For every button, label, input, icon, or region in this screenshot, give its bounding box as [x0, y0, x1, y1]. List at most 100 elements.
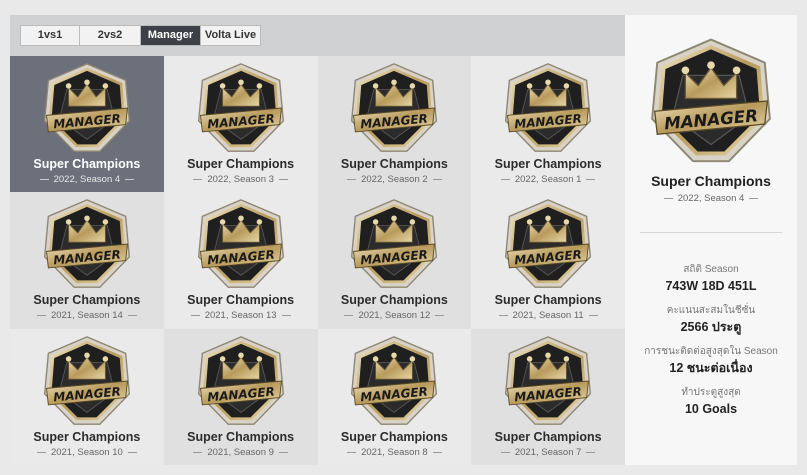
manager-crown-badge-icon: MANAGER [195, 62, 287, 154]
manager-crown-badge-icon: MANAGER [41, 62, 133, 154]
trophy-grid: MANAGER Super Champions 2022, Season 4 MANA… [10, 56, 625, 465]
trophy-card[interactable]: MANAGER Super Champions 2022, Season 4 [10, 56, 164, 193]
trophy-title: Super Champions [340, 429, 448, 444]
tab-volta-live[interactable]: Volta Live [201, 26, 260, 45]
trophy-season: 2022, Season 1 [500, 174, 596, 185]
trophy-panel: 1vs1 2vs2 Manager Volta Live MANAGER Supe… [10, 15, 625, 465]
stat-value: 10 Goals [684, 402, 738, 416]
detail-divider [640, 232, 782, 233]
trophy-season: 2021, Season 10 [36, 446, 137, 458]
tab-1vs1[interactable]: 1vs1 [21, 26, 80, 45]
trophy-season-text: 2021, Season 11 [512, 310, 584, 322]
dash-right [281, 315, 291, 317]
trophy-title: Super Champions [340, 293, 448, 308]
trophy-card[interactable]: MANAGER Super Champions 2021, Season 13 [163, 192, 318, 329]
trophy-card[interactable]: MANAGER Super Champions 2022, Season 2 [317, 56, 472, 193]
trophy-title: Super Champions [33, 293, 141, 308]
stat-label: ทำประตูสูงสุด [681, 387, 741, 398]
trophy-title: Super Champions [494, 157, 602, 171]
trophy-card[interactable]: MANAGER Super Champions 2021, Season 12 [317, 192, 472, 329]
dash-right [432, 451, 442, 453]
trophy-season-text: 2021, Season 10 [50, 446, 123, 458]
dash-right [127, 451, 137, 453]
trophy-card[interactable]: MANAGER Super Champions 2021, Season 7 [471, 328, 625, 465]
detail-subtitle: 2022, Season 4 [663, 193, 759, 204]
trophy-season-text: 2021, Season 13 [204, 310, 277, 322]
trophy-card[interactable]: MANAGER Super Champions 2021, Season 14 [10, 192, 164, 329]
manager-crown-badge-icon: MANAGER [41, 335, 133, 427]
tab-manager[interactable]: Manager [141, 26, 201, 45]
dash-right [125, 179, 135, 180]
trophy-season: 2022, Season 2 [347, 174, 442, 185]
trophy-card[interactable]: MANAGER Super Champions 2022, Season 3 [163, 56, 318, 193]
dash-right [586, 179, 596, 180]
trophy-season-text: 2021, Season 8 [361, 446, 428, 458]
manager-crown-badge-icon: MANAGER [502, 62, 594, 154]
trophy-season-text: 2021, Season 12 [358, 310, 431, 322]
trophy-card[interactable]: MANAGER Super Champions 2021, Season 11 [471, 192, 625, 329]
dash-left [193, 451, 203, 453]
stat-label: คะแนนสะสมในชีซั่น [666, 305, 756, 316]
trophy-title: Super Champions [494, 293, 602, 308]
trophy-detail-panel: MANAGER Super Champions 2022, Season 4 ส… [625, 15, 797, 465]
trophy-card[interactable]: MANAGER Super Champions 2022, Season 1 [471, 56, 625, 193]
manager-crown-badge-icon: MANAGER [348, 335, 440, 427]
trophy-card[interactable]: MANAGER Super Champions 2021, Season 9 [163, 328, 318, 465]
dash-left [498, 315, 508, 317]
dash-left [663, 198, 673, 199]
trophy-season: 2022, Season 4 [39, 174, 135, 185]
stat-label: การชนะติดต่อสูงสุดใน Season [644, 346, 778, 357]
dash-left [500, 451, 510, 453]
trophy-card[interactable]: MANAGER Super Champions 2021, Season 10 [10, 328, 164, 465]
trophy-season: 2021, Season 7 [500, 447, 596, 458]
detail-title: Super Champions [651, 173, 771, 189]
dash-left [190, 315, 200, 317]
dash-left [39, 179, 49, 180]
dash-left [500, 179, 510, 180]
trophy-title: Super Champions [494, 429, 602, 444]
dash-right [432, 179, 442, 180]
dash-right [278, 451, 288, 453]
trophy-card[interactable]: MANAGER Super Champions 2021, Season 8 [317, 328, 472, 465]
trophy-season-text: 2022, Season 1 [514, 174, 582, 185]
stat-value: 743W 18D 451L [665, 279, 757, 293]
trophy-season: 2021, Season 8 [347, 447, 442, 458]
stat-value: 2566 ประตู [680, 320, 742, 334]
trophy-season: 2021, Season 9 [193, 447, 288, 458]
dash-left [347, 451, 357, 453]
stat-top-goals: ทำประตูสูงสุด 10 Goals [625, 386, 797, 418]
manager-crown-badge-icon: MANAGER [195, 198, 287, 290]
trophy-season: 2021, Season 14 [36, 310, 137, 322]
dash-left [193, 179, 203, 180]
stat-label: สถิติ Season [683, 264, 739, 275]
trophy-title: Super Champions [187, 157, 295, 171]
stat-points: คะแนนสะสมในชีซั่น 2566 ประตู [625, 304, 797, 336]
detail-subtitle-text: 2022, Season 4 [677, 193, 745, 204]
trophy-season-text: 2022, Season 4 [53, 174, 121, 185]
dash-left [36, 451, 46, 453]
dash-right [749, 198, 759, 199]
trophy-season: 2021, Season 12 [344, 310, 445, 322]
mode-tab-bar: 1vs1 2vs2 Manager Volta Live [10, 15, 625, 56]
manager-crown-badge-icon: MANAGER [41, 198, 133, 290]
trophy-season-text: 2021, Season 14 [50, 310, 123, 322]
trophy-season-text: 2022, Season 2 [361, 174, 428, 185]
dash-left [36, 315, 46, 317]
manager-crown-badge-icon: MANAGER [502, 335, 594, 427]
manager-crown-badge-icon: MANAGER [195, 335, 287, 427]
dash-left [347, 179, 357, 180]
trophy-season: 2021, Season 11 [498, 310, 598, 322]
dash-right [278, 179, 288, 180]
stat-value: 12 ชนะต่อเนื่อง [669, 361, 753, 375]
trophy-season: 2021, Season 13 [190, 310, 291, 322]
dash-left [344, 315, 354, 317]
mode-tabs: 1vs1 2vs2 Manager Volta Live [20, 25, 261, 46]
tab-2vs2[interactable]: 2vs2 [80, 26, 141, 45]
manager-crown-badge-icon: MANAGER [348, 198, 440, 290]
dash-right [435, 315, 445, 317]
stat-record: สถิติ Season 743W 18D 451L [625, 263, 797, 295]
trophy-title: Super Champions [187, 293, 295, 308]
manager-crown-badge-icon: MANAGER [645, 37, 777, 165]
stat-win-streak: การชนะติดต่อสูงสุดใน Season 12 ชนะต่อเนื… [625, 345, 797, 377]
season-stats: สถิติ Season 743W 18D 451L คะแนนสะสมในชี… [625, 263, 797, 427]
